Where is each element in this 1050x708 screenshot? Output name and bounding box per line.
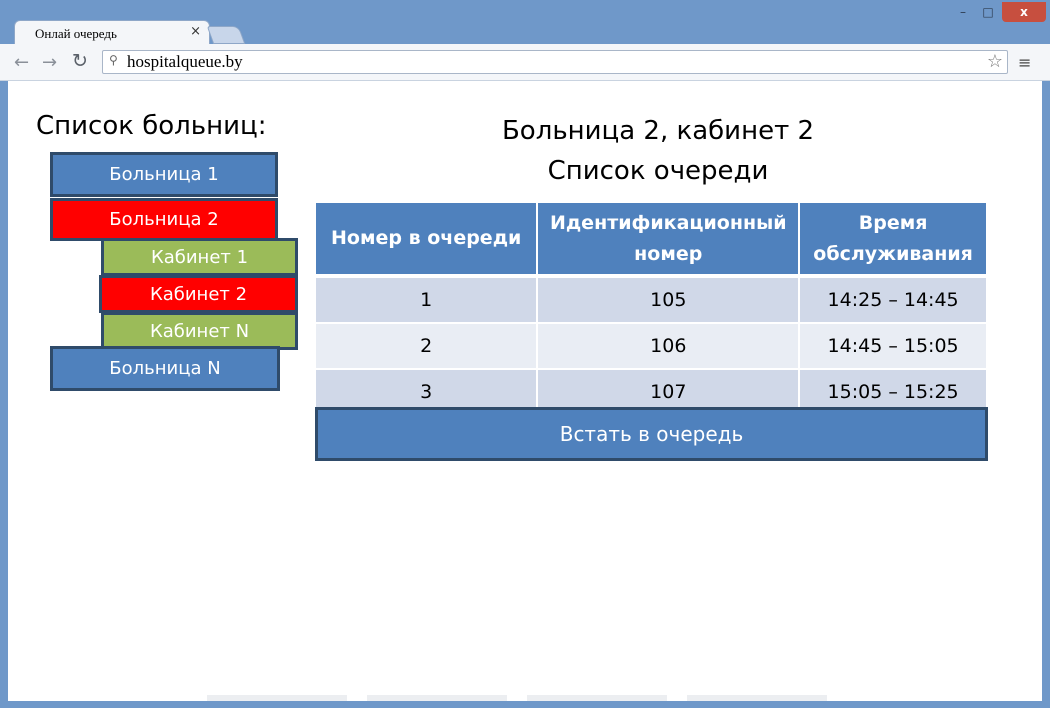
address-bar[interactable]: ⚲ hospitalqueue.by ☆ [102,50,1008,74]
cell-service-time: 14:25 – 14:45 [800,278,986,324]
page-content: Список больниц: Больница 1 Больница 2 Ка… [8,81,1042,701]
new-tab-button[interactable] [206,26,246,44]
back-arrow-icon[interactable]: ← [14,52,29,73]
bottom-bar-segment [687,695,827,701]
browser-tab[interactable]: Онлай очередь × [14,20,210,45]
table-row: 1 105 14:25 – 14:45 [316,278,986,324]
minimize-button[interactable]: – [950,2,976,22]
bottom-bar-segment [527,695,667,701]
sidebar-item-hospital-n[interactable]: Больница N [50,346,280,391]
sidebar-item-cabinet-n[interactable]: Кабинет N [101,312,298,350]
page-title: Больница 2, кабинет 2 Список очереди [318,111,998,191]
search-icon: ⚲ [109,53,118,67]
cell-service-time: 14:45 – 15:05 [800,324,986,370]
forward-arrow-icon[interactable]: → [42,52,57,73]
tab-title: Онлай очередь [35,26,117,41]
table-row: 2 106 14:45 – 15:05 [316,324,986,370]
column-header-queue-number: Номер в очереди [316,203,539,278]
cell-queue-number: 1 [316,278,539,324]
table-header-row: Номер в очереди Идентификационный номер … [316,203,986,278]
maximize-button[interactable]: □ [976,2,1000,22]
queue-table: Номер в очереди Идентификационный номер … [316,203,986,416]
column-header-id-number: Идентификационный номер [538,203,801,278]
page-title-line-2: Список очереди [547,156,769,186]
reload-icon[interactable]: ↻ [72,50,88,72]
page-title-line-1: Больница 2, кабинет 2 [501,116,815,146]
join-queue-button[interactable]: Встать в очередь [315,407,988,461]
cell-id-number: 105 [538,278,801,324]
browser-menu-icon[interactable]: ≡ [1018,53,1031,72]
bottom-bar-segment [207,695,347,701]
sidebar-item-cabinet-1[interactable]: Кабинет 1 [101,238,298,276]
browser-toolbar: ← → ↻ ⚲ hospitalqueue.by ☆ ≡ [0,44,1050,81]
sidebar-item-cabinet-2[interactable]: Кабинет 2 [99,275,298,313]
tab-close-icon[interactable]: × [190,24,201,39]
column-header-service-time: Время обслуживания [800,203,986,278]
browser-window: Онлай очередь × – □ x ← → ↻ ⚲ hospitalqu… [0,0,1050,708]
bookmark-star-icon[interactable]: ☆ [987,51,1003,72]
cell-id-number: 106 [538,324,801,370]
sidebar-item-hospital-1[interactable]: Больница 1 [50,152,278,197]
close-window-button[interactable]: x [1002,2,1046,22]
bottom-bar-segment [367,695,507,701]
hospital-list-heading: Список больниц: [36,111,267,141]
sidebar-item-hospital-2[interactable]: Больница 2 [50,198,278,241]
cell-queue-number: 2 [316,324,539,370]
url-text[interactable]: hospitalqueue.by [127,52,243,72]
